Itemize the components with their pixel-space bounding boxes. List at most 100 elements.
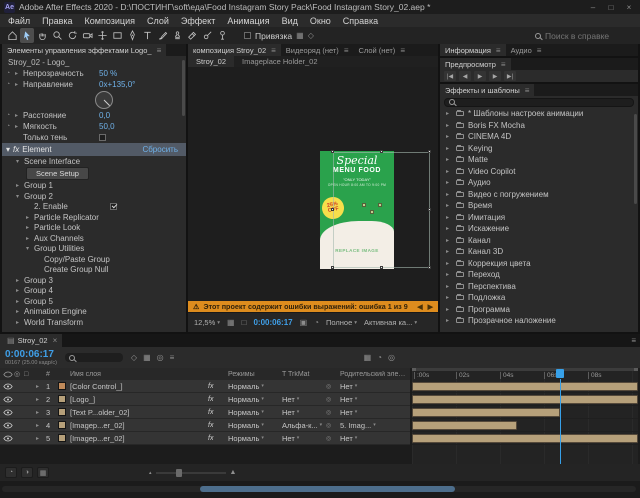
- tree-item-particle-replicator[interactable]: ▸ Particle Replicator: [2, 212, 186, 223]
- layer-bar[interactable]: [412, 395, 638, 404]
- viewer-tab-stroy-02[interactable]: Stroy_02: [188, 56, 235, 67]
- twirl-icon[interactable]: ▸: [446, 306, 452, 313]
- timeline-search-input[interactable]: [77, 354, 119, 361]
- twirl-icon[interactable]: ▸: [446, 156, 452, 163]
- twirl-icon[interactable]: ▸: [446, 283, 452, 290]
- tab-audio[interactable]: Аудио ≡: [506, 44, 547, 56]
- twirl-icon[interactable]: ▸: [446, 237, 452, 244]
- preview-timecode[interactable]: 0:00:06:17: [253, 318, 292, 327]
- selection-handle[interactable]: [380, 150, 383, 153]
- clone-stamp-tool[interactable]: [170, 28, 184, 43]
- panel-menu-icon[interactable]: ≡: [400, 46, 405, 55]
- stopwatch-icon[interactable]: ◔: [6, 81, 15, 88]
- tree-item-group-5[interactable]: ▸ Group 5: [2, 296, 186, 307]
- selection-handle[interactable]: [331, 266, 334, 269]
- effects-category-item[interactable]: ▸ Искажение: [440, 223, 638, 235]
- opacity-value[interactable]: 50 %: [99, 69, 117, 78]
- pickwhip-icon[interactable]: ◎: [326, 409, 340, 416]
- menu-item[interactable]: Файл: [2, 16, 36, 26]
- effects-search-input[interactable]: [458, 97, 629, 107]
- twirl-icon[interactable]: ▸: [36, 409, 46, 416]
- maximize-button[interactable]: □: [604, 3, 618, 12]
- resolution-dropdown[interactable]: Полное ▾: [326, 318, 357, 327]
- menu-item[interactable]: Окно: [304, 16, 337, 26]
- timeline-graph-area[interactable]: :00s 02s 04s 06s 08s: [412, 368, 638, 464]
- help-search-input[interactable]: [545, 30, 629, 41]
- tree-item-particle-look[interactable]: ▸ Particle Look: [2, 223, 186, 234]
- modes-column-header[interactable]: Режимы: [228, 371, 282, 378]
- timeline-switch-icon[interactable]: ◎: [388, 353, 395, 362]
- panel-menu-icon[interactable]: ≡: [537, 46, 542, 55]
- effects-category-item[interactable]: ▸ Время: [440, 200, 638, 212]
- trkmat-dropdown[interactable]: Нет ▾: [282, 395, 326, 404]
- tab-footage[interactable]: Видеоряд (нет) ≡: [281, 44, 354, 56]
- reset-link[interactable]: Сбросить: [142, 145, 178, 154]
- menu-item[interactable]: Анимация: [221, 16, 275, 26]
- visibility-eye-icon[interactable]: [0, 422, 14, 429]
- effects-category-item[interactable]: ▸ Boris FX Mocha: [440, 120, 638, 132]
- property-row-direction[interactable]: ◔ ▸ Направление 0x+135,0°: [2, 79, 186, 90]
- snap-option-icon-2[interactable]: ◇: [308, 31, 314, 40]
- panel-menu-icon[interactable]: ≡: [157, 46, 162, 55]
- tree-item-scene-interface[interactable]: ▾ Scene Interface: [2, 156, 186, 167]
- twirl-icon[interactable]: ▸: [16, 277, 24, 284]
- layer-row-2[interactable]: ▸ 2 [Logo_] fx Нормаль ▾ Нет ▾ ◎ Нет ▾: [0, 393, 410, 406]
- eraser-tool[interactable]: [185, 28, 199, 43]
- twirl-icon[interactable]: ▾: [16, 158, 24, 165]
- transport-button[interactable]: ◀: [459, 71, 471, 81]
- fx-badge-icon[interactable]: fx: [208, 409, 228, 416]
- label-color-swatch[interactable]: [58, 434, 66, 442]
- viewer-tab-imageplace-holder[interactable]: Imageplace Holder_02: [234, 56, 325, 67]
- parent-column-header[interactable]: Родительский элемент: [340, 371, 410, 378]
- timeline-switch-icon[interactable]: ◔: [377, 353, 382, 362]
- timeline-tab-stroy-02[interactable]: ▤ Stroy_02 ×: [0, 334, 63, 347]
- layer-name[interactable]: [Text P...older_02]: [70, 408, 208, 417]
- home-tool[interactable]: [5, 28, 19, 43]
- scrollbar[interactable]: [634, 114, 637, 204]
- twirl-icon[interactable]: ▸: [446, 179, 452, 186]
- orbit-camera-tool[interactable]: [65, 28, 79, 43]
- tree-item-group-utilities[interactable]: ▾ Group Utilities: [2, 244, 186, 255]
- pickwhip-icon[interactable]: ◎: [326, 422, 340, 429]
- layer-name[interactable]: [Logo_]: [70, 395, 208, 404]
- timeline-switch-icon[interactable]: ▦: [364, 353, 372, 362]
- twirl-icon[interactable]: ▸: [16, 287, 24, 294]
- layer-name[interactable]: [Color Control_]: [70, 382, 208, 391]
- layer-bar[interactable]: [412, 382, 638, 391]
- snapping-checkbox[interactable]: [244, 32, 251, 39]
- twirl-icon[interactable]: ▸: [446, 133, 452, 140]
- effects-category-item[interactable]: ▸ CINEMA 4D: [440, 131, 638, 143]
- panel-menu-icon[interactable]: ≡: [344, 46, 349, 55]
- direction-value[interactable]: 0x+135,0°: [99, 80, 135, 89]
- selection-tool[interactable]: [20, 28, 34, 43]
- snapshot-icon[interactable]: ▣: [300, 318, 308, 327]
- label-color-swatch[interactable]: [58, 408, 66, 416]
- pickwhip-icon[interactable]: ◎: [326, 383, 340, 390]
- enable-checkbox[interactable]: [110, 203, 117, 211]
- panel-menu-icon[interactable]: ≡: [496, 46, 501, 55]
- parent-dropdown[interactable]: Нет ▾: [340, 408, 410, 417]
- layer-name[interactable]: [Imagep...er_02]: [70, 421, 208, 430]
- twirl-icon[interactable]: ▸: [16, 182, 24, 189]
- label-color-swatch[interactable]: [58, 421, 66, 429]
- transport-button[interactable]: ▶: [474, 71, 486, 81]
- twirl-icon[interactable]: ▸: [446, 110, 452, 117]
- tree-item-group-2[interactable]: ▾ Group 2: [2, 191, 186, 202]
- selection-handle[interactable]: [380, 266, 383, 269]
- twirl-icon[interactable]: ▸: [16, 298, 24, 305]
- twirl-icon[interactable]: ▸: [36, 396, 46, 403]
- property-row-opacity[interactable]: ◔ ▸ Непрозрачность 50 %: [2, 68, 186, 79]
- effects-category-item[interactable]: ▸ Коррекция цвета: [440, 258, 638, 270]
- selection-handle[interactable]: [428, 266, 431, 269]
- close-icon[interactable]: ×: [53, 336, 58, 345]
- tab-layer[interactable]: Слой (нет) ≡: [353, 44, 410, 56]
- tree-item-aux-channels[interactable]: ▸ Aux Channels: [2, 233, 186, 244]
- panel-menu-icon[interactable]: ≡: [525, 86, 530, 95]
- blend-mode-dropdown[interactable]: Нормаль ▾: [228, 395, 282, 404]
- type-tool[interactable]: [140, 28, 154, 43]
- twirl-icon[interactable]: ▸: [446, 317, 452, 324]
- distance-value[interactable]: 0,0: [99, 111, 110, 120]
- twirl-icon[interactable]: ▸: [446, 145, 452, 152]
- twirl-icon[interactable]: ▸: [446, 248, 452, 255]
- stopwatch-icon[interactable]: ◔: [6, 123, 15, 130]
